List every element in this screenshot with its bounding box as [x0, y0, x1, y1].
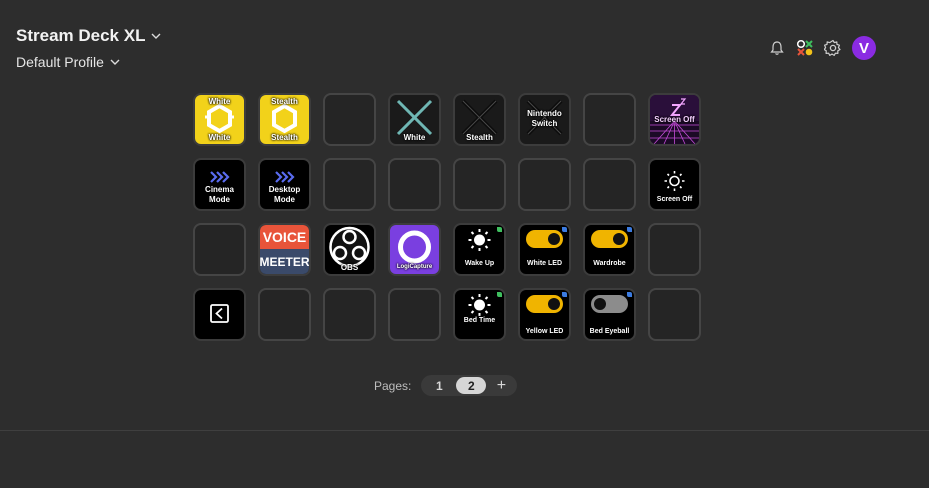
chevron-down-icon: [151, 33, 161, 39]
key-nintendo-switch[interactable]: Nintendo Switch: [518, 93, 571, 146]
key-label: Stealth: [466, 133, 493, 142]
key-wardrobe[interactable]: Wardrobe: [583, 223, 636, 276]
key-empty[interactable]: [323, 158, 376, 211]
status-indicator: [497, 227, 502, 232]
key-empty[interactable]: [583, 158, 636, 211]
key-empty[interactable]: [388, 158, 441, 211]
key-white-light[interactable]: White White: [193, 93, 246, 146]
add-page-button[interactable]: +: [488, 377, 514, 394]
key-label: Wardrobe: [593, 260, 626, 267]
key-label: Screen Off: [656, 196, 693, 203]
key-label: OBS: [340, 263, 359, 272]
key-label: Wake Up: [464, 260, 495, 267]
key-empty[interactable]: [518, 158, 571, 211]
pager: 1 2 +: [421, 375, 518, 396]
key-cinema-mode[interactable]: Cinema Mode: [193, 158, 246, 211]
key-x-stealth[interactable]: Stealth: [453, 93, 506, 146]
sun-icon: [468, 294, 491, 316]
key-label: White: [208, 133, 231, 142]
key-label: Switch: [531, 119, 558, 128]
profile-name: Default Profile: [16, 54, 104, 70]
key-label: White: [208, 97, 231, 106]
key-label: Desktop: [268, 185, 301, 194]
key-empty[interactable]: [323, 288, 376, 341]
status-indicator: [627, 292, 632, 297]
key-empty[interactable]: [388, 288, 441, 341]
top-toolbar: V: [768, 36, 876, 60]
key-label: Stealth: [271, 97, 298, 106]
page-button[interactable]: 1: [424, 377, 454, 394]
back-arrow-icon: [210, 304, 229, 323]
divider: [0, 430, 929, 431]
chevron-down-icon: [110, 59, 120, 65]
key-x-white[interactable]: White: [388, 93, 441, 146]
key-obs[interactable]: OBS: [323, 223, 376, 276]
key-label: Cinema: [205, 185, 234, 194]
key-back[interactable]: [193, 288, 246, 341]
status-indicator: [562, 292, 567, 297]
key-label: Bed Eyeball: [589, 328, 630, 335]
voicemeeter-meeter-label: MEETER: [260, 249, 309, 274]
header: Stream Deck XL Default Profile: [16, 26, 161, 70]
key-label: Screen Off: [654, 115, 695, 124]
key-voicemeeter[interactable]: VOICE MEETER: [258, 223, 311, 276]
key-white-led[interactable]: White LED: [518, 223, 571, 276]
key-label: Mode: [209, 195, 230, 204]
avatar[interactable]: V: [852, 36, 876, 60]
device-name: Stream Deck XL: [16, 26, 146, 45]
key-label: Bed Time: [463, 317, 496, 324]
key-desktop-mode[interactable]: Desktop Mode: [258, 158, 311, 211]
gear-icon[interactable]: [824, 39, 842, 57]
profile-selector[interactable]: Default Profile: [16, 54, 161, 70]
key-empty[interactable]: [648, 288, 701, 341]
key-logicapture[interactable]: LogiCapture: [388, 223, 441, 276]
key-wake-up[interactable]: Wake Up: [453, 223, 506, 276]
marketplace-icon[interactable]: [796, 39, 814, 57]
key-empty[interactable]: [648, 223, 701, 276]
key-empty[interactable]: [583, 93, 636, 146]
key-label: Yellow LED: [525, 328, 564, 335]
key-label: LogiCapture: [396, 264, 433, 270]
key-label: Mode: [274, 195, 295, 204]
key-grid: White White Stealth Stealth White Stealt…: [193, 93, 701, 341]
key-empty[interactable]: [193, 223, 246, 276]
status-indicator: [627, 227, 632, 232]
page-button-active[interactable]: 2: [456, 377, 487, 394]
key-empty[interactable]: [258, 288, 311, 341]
key-screen-off-synthwave[interactable]: Screen Off: [648, 93, 701, 146]
key-stealth-light[interactable]: Stealth Stealth: [258, 93, 311, 146]
pages-label: Pages:: [374, 378, 412, 393]
key-label: White: [403, 133, 426, 142]
key-label: Nintendo: [527, 109, 562, 118]
key-label: Stealth: [271, 133, 298, 142]
key-empty[interactable]: [453, 158, 506, 211]
voicemeeter-voice-label: VOICE: [260, 225, 309, 249]
status-indicator: [497, 292, 502, 297]
device-selector[interactable]: Stream Deck XL: [16, 26, 161, 46]
key-yellow-led[interactable]: Yellow LED: [518, 288, 571, 341]
key-screen-off[interactable]: Screen Off: [648, 158, 701, 211]
key-empty[interactable]: [323, 93, 376, 146]
status-indicator: [562, 227, 567, 232]
key-label: White LED: [527, 260, 562, 267]
page-selector: Pages: 1 2 +: [374, 375, 518, 396]
key-bed-eyeball[interactable]: Bed Eyeball: [583, 288, 636, 341]
key-bed-time[interactable]: Bed Time: [453, 288, 506, 341]
bell-icon[interactable]: [768, 39, 786, 57]
